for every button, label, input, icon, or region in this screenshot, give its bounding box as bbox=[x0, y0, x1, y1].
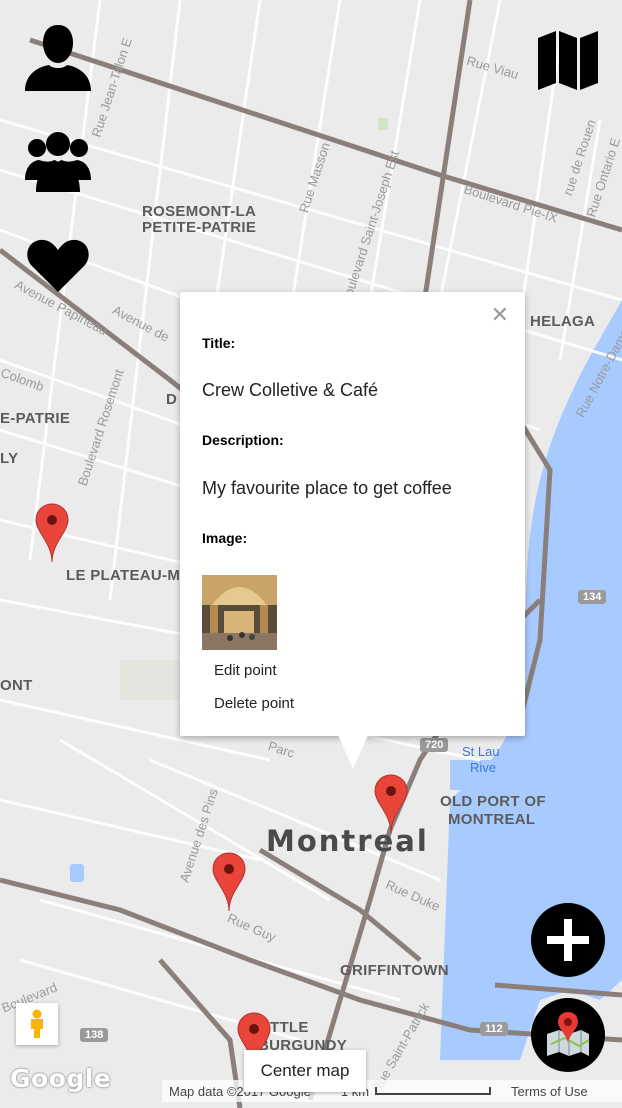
title-label: Title: bbox=[202, 335, 236, 351]
map-label-plateau: LE PLATEAU-M bbox=[66, 567, 181, 584]
map-label-petite-patrie: PETITE-PATRIE bbox=[142, 219, 257, 236]
map-marker-icon[interactable] bbox=[212, 852, 246, 912]
google-logo: Google bbox=[10, 1064, 112, 1093]
map-label-hochelaga: HELAGA bbox=[530, 313, 596, 330]
scale-bar bbox=[375, 1087, 492, 1095]
map-marker-icon[interactable] bbox=[374, 774, 408, 834]
street-st-lau: St Lau bbox=[462, 744, 500, 759]
delete-point-link[interactable]: Delete point bbox=[214, 695, 294, 712]
heart-icon bbox=[27, 239, 89, 292]
map-label-ly: LY bbox=[0, 450, 19, 467]
map-marker-icon[interactable] bbox=[35, 503, 69, 563]
center-map-button[interactable]: Center map bbox=[244, 1050, 366, 1092]
point-image-thumbnail[interactable] bbox=[202, 575, 277, 650]
map-label-little: TTLE bbox=[270, 1019, 309, 1036]
popup-pointer bbox=[338, 735, 368, 769]
map-label-d: D bbox=[166, 391, 178, 408]
terms-link[interactable]: Terms of Use bbox=[511, 1084, 588, 1099]
highway-shield-112: 112 bbox=[480, 1022, 508, 1036]
group-icon bbox=[25, 132, 91, 192]
map-view-button[interactable] bbox=[536, 28, 600, 92]
street-rive: Rive bbox=[470, 760, 497, 775]
close-icon[interactable]: ✕ bbox=[491, 304, 509, 326]
map-icon bbox=[538, 31, 598, 90]
description-value: My favourite place to get coffee bbox=[202, 478, 452, 498]
map-label-ont: ONT bbox=[0, 677, 33, 694]
map-label-montreal: MONTREAL bbox=[448, 811, 536, 828]
map-marker-icon bbox=[547, 1012, 590, 1056]
point-info-window: ✕ Title: Crew Colletive & Café Descripti… bbox=[180, 292, 525, 736]
user-icon bbox=[25, 25, 91, 91]
highway-shield-134: 134 bbox=[578, 590, 607, 604]
map-label-patrie: E-PATRIE bbox=[0, 410, 71, 427]
locate-button[interactable] bbox=[531, 998, 605, 1072]
street-view-button[interactable] bbox=[16, 1003, 58, 1045]
pegman-icon bbox=[31, 1009, 43, 1038]
highway-shield-720: 720 bbox=[420, 738, 449, 752]
map-label-old-port: OLD PORT OF bbox=[440, 793, 546, 810]
highway-shield-138: 138 bbox=[80, 1028, 109, 1042]
edit-point-link[interactable]: Edit point bbox=[214, 662, 277, 679]
image-label: Image: bbox=[202, 530, 248, 546]
map-label-griffintown: GRIFFINTOWN bbox=[340, 962, 449, 979]
map-attribution-bar: Map data ©2017 Google 1 km Terms of Use bbox=[162, 1080, 622, 1102]
plus-icon bbox=[547, 919, 589, 961]
title-value: Crew Colletive & Café bbox=[202, 380, 379, 400]
add-point-button[interactable] bbox=[531, 903, 605, 977]
description-label: Description: bbox=[202, 432, 284, 448]
profile-button[interactable] bbox=[22, 24, 94, 91]
friends-button[interactable] bbox=[22, 128, 94, 194]
favorites-button[interactable] bbox=[22, 232, 94, 298]
